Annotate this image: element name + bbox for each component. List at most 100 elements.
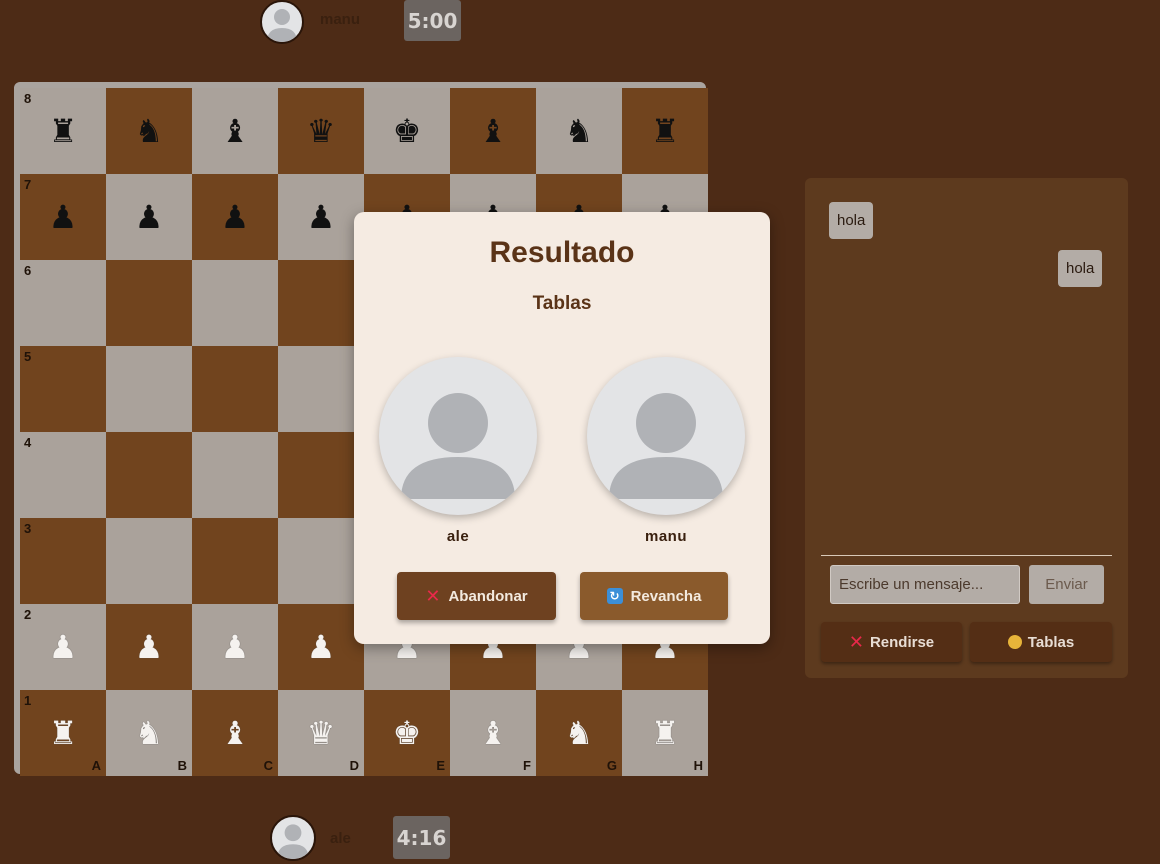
user-silhouette-icon: [277, 824, 309, 859]
file-label: C: [263, 758, 273, 773]
chess-piece[interactable]: ♝: [192, 88, 278, 174]
abandon-button-label: Abandonar: [448, 587, 528, 605]
square-a8[interactable]: ♜ 8: [20, 88, 106, 174]
player-right-name: manu: [644, 528, 687, 545]
square-d2[interactable]: ♟: [278, 604, 364, 690]
top-player-timer: 5:00: [404, 0, 461, 41]
square-d5[interactable]: [278, 346, 364, 432]
square-b4[interactable]: [106, 432, 192, 518]
chat-message-received: hola: [829, 202, 874, 239]
chess-piece[interactable]: ♟: [20, 604, 106, 690]
abandon-button[interactable]: ✕ Abandonar: [397, 572, 556, 620]
square-d1[interactable]: ♛ D: [278, 690, 364, 776]
square-a1[interactable]: ♜ 1 A: [20, 690, 106, 776]
offer-draw-button[interactable]: Tablas: [970, 622, 1112, 662]
file-label: G: [606, 758, 617, 773]
refresh-icon: ↻: [606, 588, 623, 604]
player-right-avatar: [587, 357, 745, 515]
player-left-name: ale: [446, 528, 470, 545]
rank-label: 6: [24, 263, 32, 278]
file-label: A: [91, 758, 101, 773]
chess-piece[interactable]: ♟: [20, 174, 106, 260]
file-label: D: [349, 758, 359, 773]
user-silhouette-icon: [267, 9, 297, 42]
user-silhouette-icon: [609, 393, 723, 499]
chess-piece[interactable]: ♟: [278, 604, 364, 690]
square-h8[interactable]: ♜: [622, 88, 708, 174]
chess-piece[interactable]: ♛: [278, 88, 364, 174]
square-d3[interactable]: [278, 518, 364, 604]
square-d4[interactable]: [278, 432, 364, 518]
square-f8[interactable]: ♝: [450, 88, 536, 174]
chess-piece[interactable]: ♟: [192, 604, 278, 690]
rank-label: 8: [24, 91, 32, 106]
square-a3[interactable]: 3: [20, 518, 106, 604]
square-b1[interactable]: ♞ B: [106, 690, 192, 776]
bottom-player-name: ale: [330, 829, 351, 847]
square-b7[interactable]: ♟: [106, 174, 192, 260]
square-b8[interactable]: ♞: [106, 88, 192, 174]
send-button[interactable]: Enviar: [1029, 565, 1104, 604]
chat-divider: [821, 555, 1112, 556]
square-c6[interactable]: [192, 260, 278, 346]
file-label: F: [523, 758, 531, 773]
chess-piece[interactable]: ♟: [278, 174, 364, 260]
rank-label: 2: [24, 607, 32, 622]
square-g8[interactable]: ♞: [536, 88, 622, 174]
resign-button[interactable]: ✕ Rendirse: [821, 622, 962, 662]
modal-title: Resultado: [489, 236, 635, 269]
square-b3[interactable]: [106, 518, 192, 604]
rank-label: 5: [24, 349, 32, 364]
chat-panel: hola hola Enviar ✕ Rendirse Tablas: [805, 178, 1128, 678]
chess-piece[interactable]: ♞: [536, 88, 622, 174]
chess-piece[interactable]: ♟: [106, 604, 192, 690]
chat-message-input[interactable]: [830, 565, 1020, 604]
top-player-avatar: [260, 0, 304, 44]
square-a5[interactable]: 5: [20, 346, 106, 432]
rank-label: 3: [24, 521, 32, 536]
chess-piece[interactable]: ♝: [450, 88, 536, 174]
square-c3[interactable]: [192, 518, 278, 604]
result-modal: Resultado Tablas ale manu ✕ Abandonar ↻ …: [354, 212, 770, 644]
square-e8[interactable]: ♚: [364, 88, 450, 174]
user-silhouette-icon: [401, 393, 515, 499]
square-c7[interactable]: ♟: [192, 174, 278, 260]
chess-piece[interactable]: ♜: [622, 88, 708, 174]
chat-message-sent: hola: [1058, 250, 1103, 287]
square-c8[interactable]: ♝: [192, 88, 278, 174]
chess-piece[interactable]: ♚: [364, 88, 450, 174]
square-c4[interactable]: [192, 432, 278, 518]
square-c2[interactable]: ♟: [192, 604, 278, 690]
rematch-button-label: Revancha: [630, 587, 702, 605]
chess-piece[interactable]: ♞: [106, 88, 192, 174]
offer-draw-button-label: Tablas: [1027, 633, 1075, 651]
square-d7[interactable]: ♟: [278, 174, 364, 260]
file-label: E: [436, 758, 445, 773]
square-a4[interactable]: 4: [20, 432, 106, 518]
player-left-avatar: [379, 357, 537, 515]
rank-label: 1: [24, 693, 32, 708]
square-b2[interactable]: ♟: [106, 604, 192, 690]
square-d8[interactable]: ♛: [278, 88, 364, 174]
square-c1[interactable]: ♝ C: [192, 690, 278, 776]
bottom-player-timer: 4:16: [393, 816, 450, 859]
square-a6[interactable]: 6: [20, 260, 106, 346]
square-f1[interactable]: ♝ F: [450, 690, 536, 776]
square-a2[interactable]: ♟ 2: [20, 604, 106, 690]
chess-piece[interactable]: ♟: [192, 174, 278, 260]
square-e1[interactable]: ♚ E: [364, 690, 450, 776]
square-h1[interactable]: ♜ H: [622, 690, 708, 776]
square-c5[interactable]: [192, 346, 278, 432]
chess-piece[interactable]: ♜: [20, 88, 106, 174]
rematch-button[interactable]: ↻ Revancha: [580, 572, 728, 620]
square-a7[interactable]: ♟ 7: [20, 174, 106, 260]
square-b6[interactable]: [106, 260, 192, 346]
square-g1[interactable]: ♞ G: [536, 690, 622, 776]
chess-piece[interactable]: ♟: [106, 174, 192, 260]
square-b5[interactable]: [106, 346, 192, 432]
cross-icon: ✕: [425, 585, 441, 606]
rank-label: 4: [24, 435, 32, 450]
bottom-player-bar: ale: [270, 815, 351, 861]
top-player-name: manu: [320, 10, 361, 28]
square-d6[interactable]: [278, 260, 364, 346]
